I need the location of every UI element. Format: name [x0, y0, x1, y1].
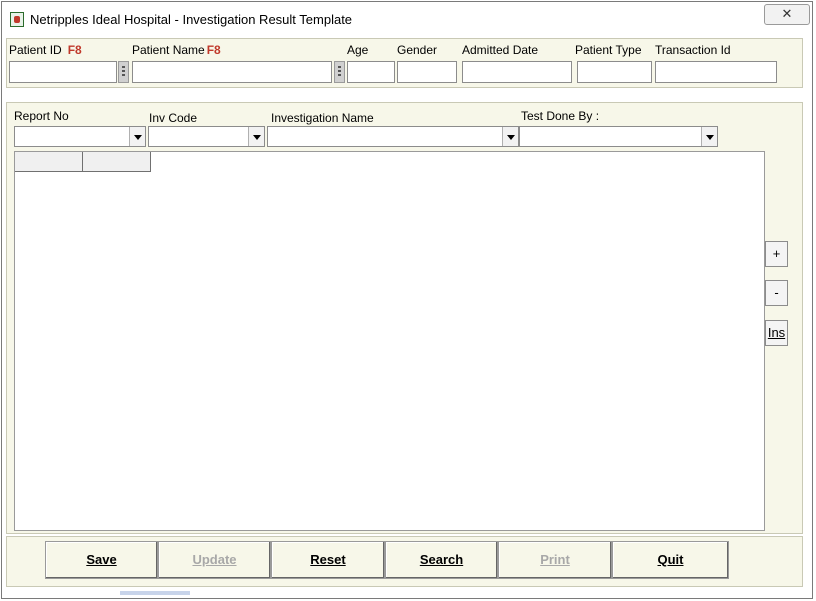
test-done-by-dropdown[interactable]	[519, 126, 718, 147]
reset-label: Reset	[310, 552, 346, 567]
patient-name-lookup-icon[interactable]	[334, 61, 345, 83]
patient-info-panel: Patient ID F8 Patient Name F8 Age Gender A…	[6, 38, 803, 88]
investigation-name-label: Investigation Name	[271, 111, 374, 125]
title-bar: Netripples Ideal Hospital - Investigatio…	[2, 2, 812, 36]
admitted-date-input[interactable]	[462, 61, 572, 83]
results-grid[interactable]	[14, 151, 765, 531]
patient-type-input[interactable]	[577, 61, 652, 83]
chevron-down-icon[interactable]	[701, 127, 717, 146]
chevron-down-icon[interactable]	[502, 127, 518, 146]
report-no-label: Report No	[14, 109, 69, 123]
save-button[interactable]: Save	[45, 541, 158, 579]
hospital-app-icon	[10, 12, 24, 27]
grid-header-cell[interactable]	[15, 152, 83, 172]
update-button[interactable]: Update	[158, 541, 271, 579]
test-done-by-label: Test Done By :	[521, 109, 600, 123]
close-button[interactable]: ✕	[764, 4, 810, 25]
patient-name-label: Patient Name F8	[132, 43, 221, 57]
patient-name-shortcut: F8	[206, 43, 221, 57]
patient-id-shortcut: F8	[67, 43, 82, 57]
transaction-id-input[interactable]	[655, 61, 777, 83]
remove-row-button[interactable]: -	[765, 280, 788, 306]
quit-label: Quit	[657, 552, 684, 567]
reset-button[interactable]: Reset	[271, 541, 385, 579]
patient-type-label: Patient Type	[575, 43, 642, 57]
admitted-date-label: Admitted Date	[462, 43, 539, 57]
patient-name-input[interactable]	[132, 61, 332, 83]
update-label: Update	[192, 552, 237, 567]
patient-id-lookup-icon[interactable]	[118, 61, 129, 83]
transaction-id-label: Transaction Id	[655, 43, 731, 57]
inv-code-dropdown[interactable]	[148, 126, 265, 147]
age-input[interactable]	[347, 61, 395, 83]
report-no-dropdown[interactable]	[14, 126, 146, 147]
chevron-down-icon[interactable]	[129, 127, 145, 146]
window-title: Netripples Ideal Hospital - Investigatio…	[30, 12, 353, 27]
print-label: Print	[540, 552, 570, 567]
gender-label: Gender	[397, 43, 438, 57]
chevron-down-icon[interactable]	[248, 127, 264, 146]
inv-code-label: Inv Code	[149, 111, 198, 125]
investigation-name-dropdown[interactable]	[267, 126, 519, 147]
patient-id-input[interactable]	[9, 61, 117, 83]
age-label: Age	[347, 43, 369, 57]
grid-header-cell[interactable]	[83, 152, 151, 172]
insert-row-label: Ins	[767, 325, 786, 340]
add-row-button[interactable]: +	[765, 241, 788, 267]
gender-input[interactable]	[397, 61, 457, 83]
quit-button[interactable]: Quit	[612, 541, 729, 579]
search-button[interactable]: Search	[385, 541, 498, 579]
print-button[interactable]: Print	[498, 541, 612, 579]
search-label: Search	[419, 552, 464, 567]
investigation-panel: Report No Inv Code Investigation Name Te…	[6, 102, 803, 534]
save-label: Save	[86, 552, 117, 567]
insert-row-button[interactable]: Ins	[765, 320, 788, 346]
taskbar-fragment	[120, 591, 190, 595]
patient-id-label: Patient ID F8	[9, 43, 82, 57]
